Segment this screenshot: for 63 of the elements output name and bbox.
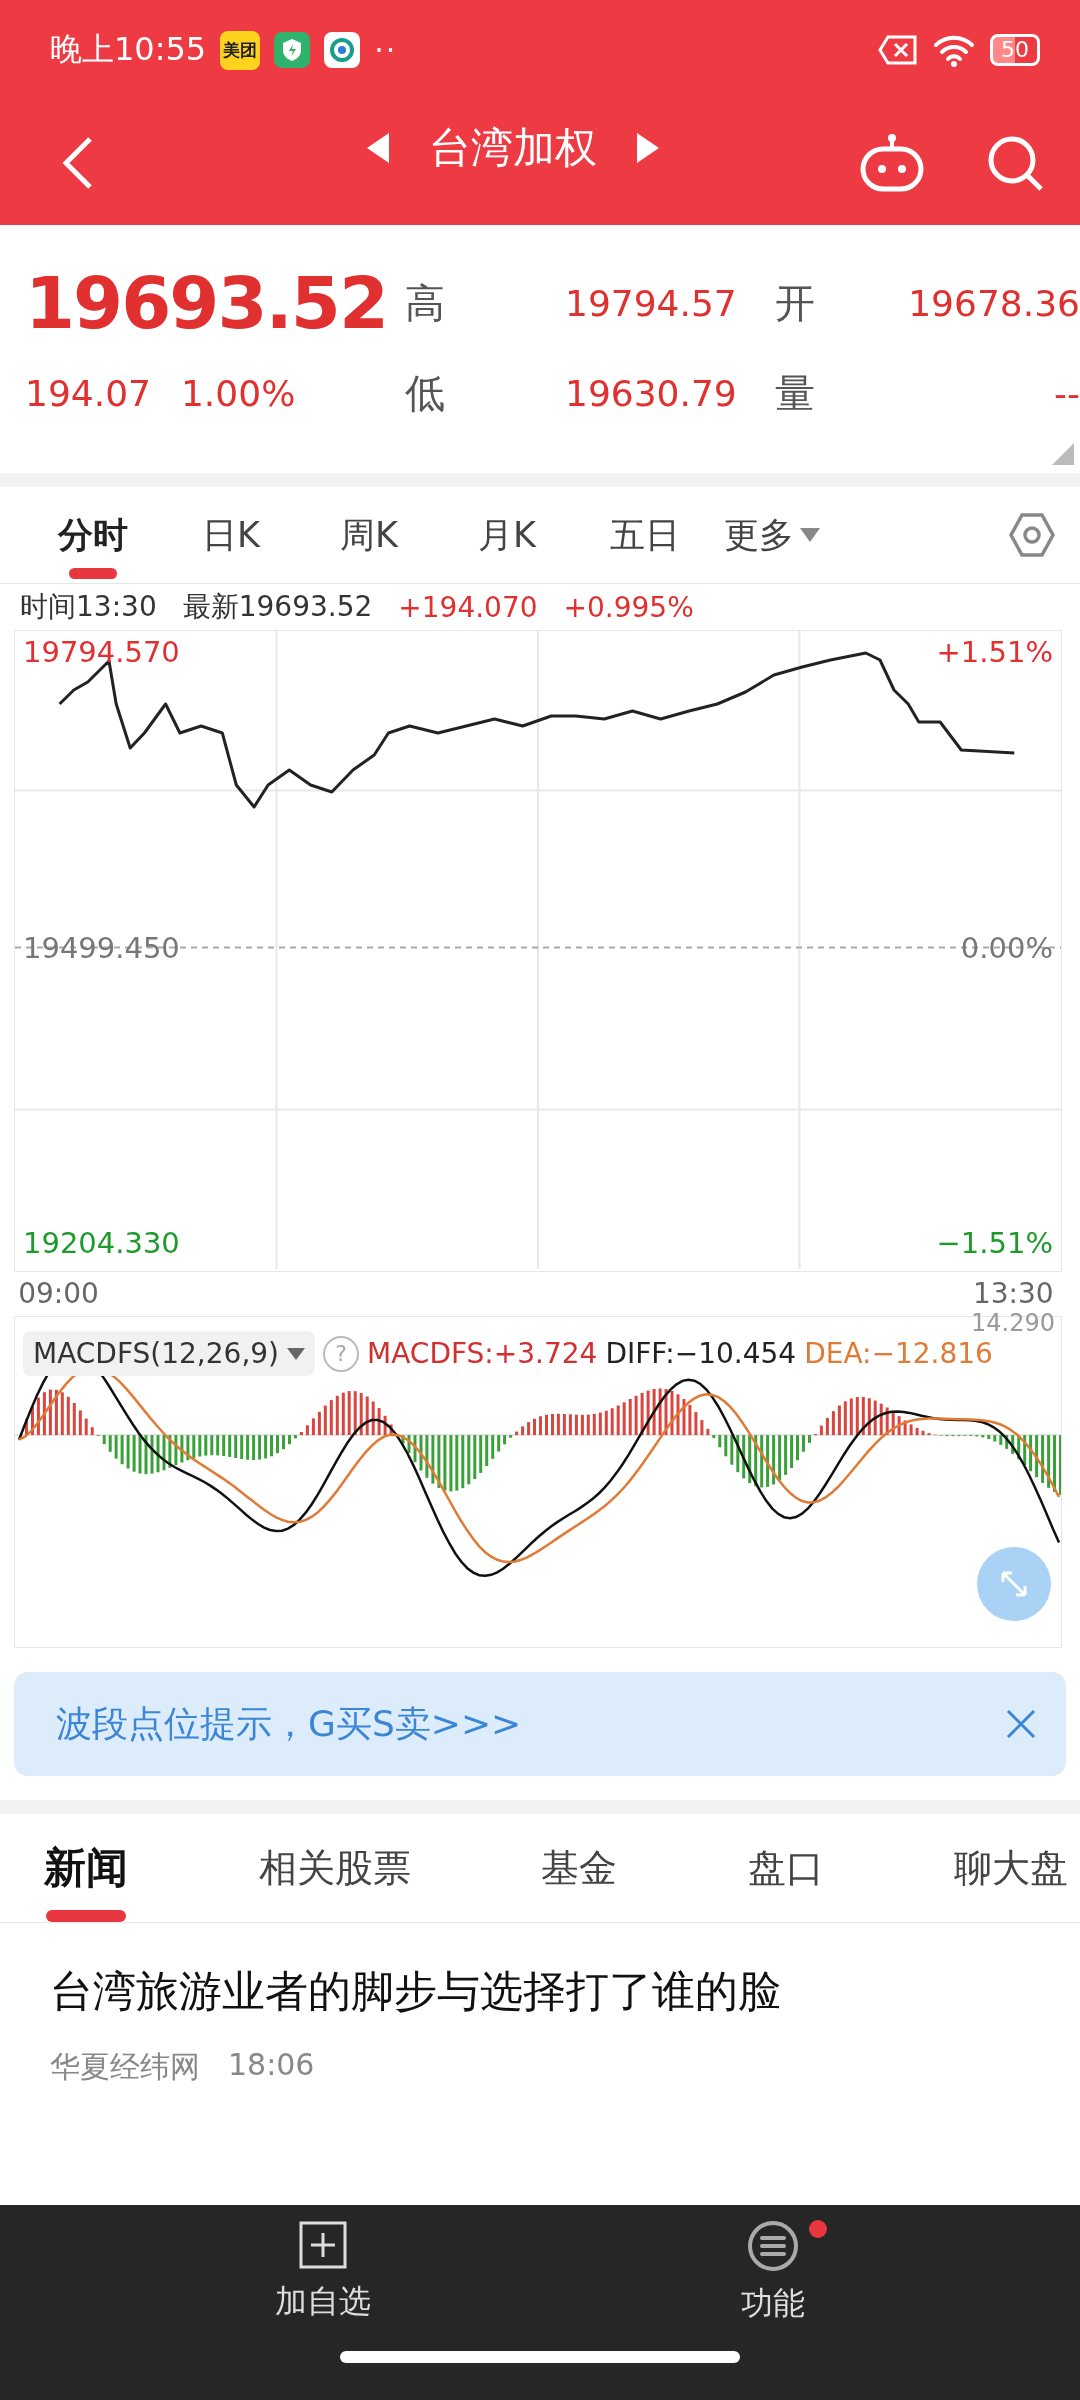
news-source: 华夏经纬网 bbox=[50, 2048, 200, 2086]
stat-label: 开 bbox=[774, 278, 816, 328]
nav-button[interactable]: 功能 bbox=[741, 2220, 805, 2326]
page-title: 台湾加权 bbox=[428, 121, 597, 174]
time-axis-label: 13:30 bbox=[972, 1276, 1054, 1312]
time-axis-label: 09:00 bbox=[18, 1276, 99, 1312]
indicator-value: DEA:−12.816 bbox=[804, 1337, 993, 1370]
news-tab[interactable]: 盘口 bbox=[747, 1814, 824, 1922]
banner-text: 波段点位提示，G买S卖>>> bbox=[56, 1701, 522, 1746]
price-axis-label: 19794.570 bbox=[23, 636, 180, 669]
shield-icon bbox=[274, 32, 311, 68]
indicator-value: MACDFS:+3.724 bbox=[367, 1337, 598, 1370]
stat-label: 量 bbox=[774, 368, 816, 418]
current-price: 19693.52 bbox=[25, 260, 388, 347]
percent-axis-label: +1.51% bbox=[936, 636, 1053, 669]
status-time: 晚上10:55 bbox=[50, 29, 207, 70]
close-icon[interactable] bbox=[1006, 1709, 1036, 1739]
axis-max-label: 14.290 bbox=[971, 1309, 1055, 1337]
price-change: 194.07 bbox=[25, 372, 151, 414]
news-tab[interactable]: 新闻 bbox=[44, 1814, 128, 1922]
stat-value: 19794.57 bbox=[565, 282, 738, 324]
caret-icon bbox=[800, 528, 820, 542]
menu-icon bbox=[747, 2220, 799, 2272]
percent-axis-label: 0.00% bbox=[960, 931, 1053, 964]
app-badge: 美团 bbox=[220, 30, 261, 70]
news-time: 18:06 bbox=[228, 2047, 315, 2084]
robot-icon[interactable] bbox=[859, 132, 925, 193]
indicator-value: DIFF:−10.454 bbox=[605, 1337, 797, 1370]
news-tab[interactable]: 基金 bbox=[541, 1814, 617, 1922]
stat-value: -- bbox=[1053, 372, 1080, 414]
period-tab[interactable]: 日K bbox=[162, 487, 300, 583]
time-label: 时间13:30 bbox=[20, 589, 157, 625]
price-axis-label: 19499.450 bbox=[23, 931, 180, 964]
more-dots: ·· bbox=[374, 32, 398, 68]
period-tab[interactable]: 周K bbox=[300, 487, 438, 583]
wifi-icon bbox=[932, 33, 976, 67]
battery-level: 50 bbox=[990, 34, 1040, 66]
news-tab[interactable]: 聊大盘 bbox=[954, 1814, 1068, 1922]
change-percent: +0.995% bbox=[563, 590, 694, 624]
change-percent: 1.00% bbox=[180, 372, 296, 414]
period-tab[interactable]: 月K bbox=[438, 487, 576, 583]
nav-button[interactable]: 加自选 bbox=[275, 2220, 371, 2326]
stat-value: 19630.79 bbox=[565, 372, 738, 414]
signal-app-icon bbox=[324, 32, 361, 68]
caret-icon bbox=[287, 1347, 306, 1360]
change-value: +194.070 bbox=[398, 590, 538, 624]
percent-axis-label: −1.51% bbox=[936, 1226, 1053, 1259]
plus-square-icon bbox=[298, 2220, 348, 2270]
stat-value: 19678.36 bbox=[907, 282, 1080, 324]
indicator-dropdown[interactable]: MACDFS(12,26,9) bbox=[23, 1331, 316, 1376]
period-tab[interactable]: 五日 bbox=[576, 487, 714, 583]
news-headline[interactable]: 台湾旅游业者的脚步与选择打了谁的脸 bbox=[50, 1963, 1030, 2021]
stat-label: 低 bbox=[404, 368, 446, 418]
more-dropdown[interactable]: 更多 bbox=[724, 487, 820, 583]
latest-price: 最新19693.52 bbox=[182, 589, 373, 625]
no-sim-icon bbox=[878, 34, 918, 66]
next-icon[interactable] bbox=[636, 132, 659, 163]
news-tab[interactable]: 相关股票 bbox=[258, 1814, 411, 1922]
settings-icon[interactable] bbox=[1008, 511, 1056, 559]
previous-icon[interactable] bbox=[366, 132, 389, 163]
period-tab[interactable]: 分时 bbox=[24, 487, 162, 583]
price-axis-label: 19204.330 bbox=[23, 1226, 180, 1259]
stat-label: 高 bbox=[404, 278, 446, 328]
